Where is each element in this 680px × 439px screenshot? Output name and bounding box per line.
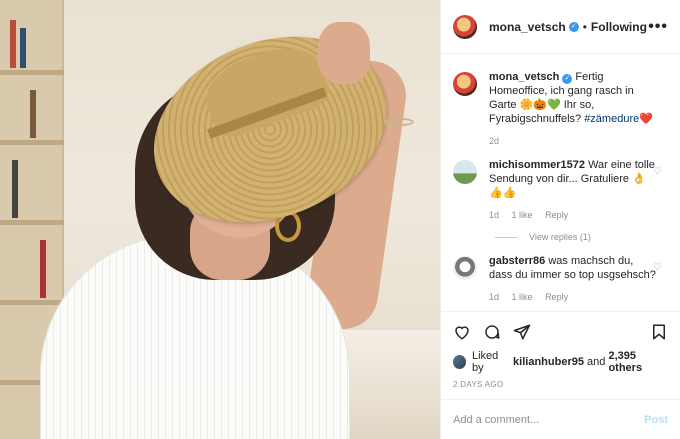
- comment-like-heart-icon[interactable]: ♡: [653, 262, 662, 273]
- comments-list[interactable]: mona_vetsch ✓ Fertig Homeoffice, ich gang…: [441, 54, 680, 311]
- likes-others[interactable]: 2,395 others: [608, 350, 668, 374]
- caption: mona_vetsch ✓ Fertig Homeoffice, ich gang…: [453, 70, 668, 148]
- likes-summary: Liked by kilianhuber95 and 2,395 others: [453, 350, 668, 374]
- comment-icon[interactable]: [483, 323, 501, 341]
- liker-avatar[interactable]: [453, 355, 466, 369]
- caption-hashtag[interactable]: #zämedure❤️: [584, 113, 653, 125]
- comment-row: michisommer1572 War eine tolle Sendung v…: [453, 158, 668, 222]
- comment-likes[interactable]: 1 like: [512, 210, 533, 220]
- comment-likes[interactable]: 1 like: [512, 292, 533, 302]
- commenter-avatar[interactable]: [453, 256, 477, 280]
- comment-author[interactable]: gabsterr86: [489, 255, 545, 267]
- add-comment-bar: Post: [441, 399, 680, 439]
- comment-row: gabsterr86 was machsch du, dass du immer…: [453, 254, 668, 304]
- comment-author[interactable]: michisommer1572: [489, 159, 585, 171]
- likes-and: and: [587, 356, 606, 368]
- bookmark-icon[interactable]: [650, 323, 668, 341]
- post-header: mona_vetsch ✓ • Following •••: [441, 0, 680, 54]
- comment-input[interactable]: [453, 413, 645, 426]
- post-comment-button[interactable]: Post: [644, 414, 668, 426]
- verified-badge-icon: ✓: [568, 21, 579, 32]
- likes-prefix: Liked by: [471, 350, 499, 374]
- verified-badge-icon: ✓: [562, 74, 573, 84]
- author-username[interactable]: mona_vetsch: [489, 20, 566, 34]
- liker-username[interactable]: kilianhuber95: [513, 356, 584, 368]
- comment-age[interactable]: 1d: [489, 210, 499, 220]
- view-replies-button[interactable]: View replies (1): [495, 232, 668, 242]
- hand: [318, 22, 370, 84]
- following-button[interactable]: Following: [591, 20, 647, 34]
- post-actions: Liked by kilianhuber95 and 2,395 others …: [441, 311, 680, 389]
- share-icon[interactable]: [513, 323, 531, 341]
- comment-like-heart-icon[interactable]: ♡: [653, 166, 662, 177]
- commenter-avatar[interactable]: [453, 160, 477, 184]
- more-options-icon[interactable]: •••: [648, 18, 668, 36]
- post-timestamp[interactable]: 2 DAYS AGO: [453, 380, 668, 389]
- caption-avatar[interactable]: [453, 72, 477, 96]
- post-photo[interactable]: [0, 0, 440, 439]
- heart-icon[interactable]: [453, 323, 471, 341]
- author-avatar[interactable]: [453, 14, 477, 39]
- comment-age[interactable]: 1d: [489, 292, 499, 302]
- bracelet: [384, 118, 414, 126]
- separator-dot: •: [582, 19, 587, 34]
- reply-button[interactable]: Reply: [545, 210, 568, 220]
- caption-author[interactable]: mona_vetsch: [489, 71, 559, 83]
- caption-age[interactable]: 2d: [489, 136, 499, 146]
- post-side-panel: mona_vetsch ✓ • Following ••• mona_vetsc…: [440, 0, 680, 439]
- reply-button[interactable]: Reply: [545, 292, 568, 302]
